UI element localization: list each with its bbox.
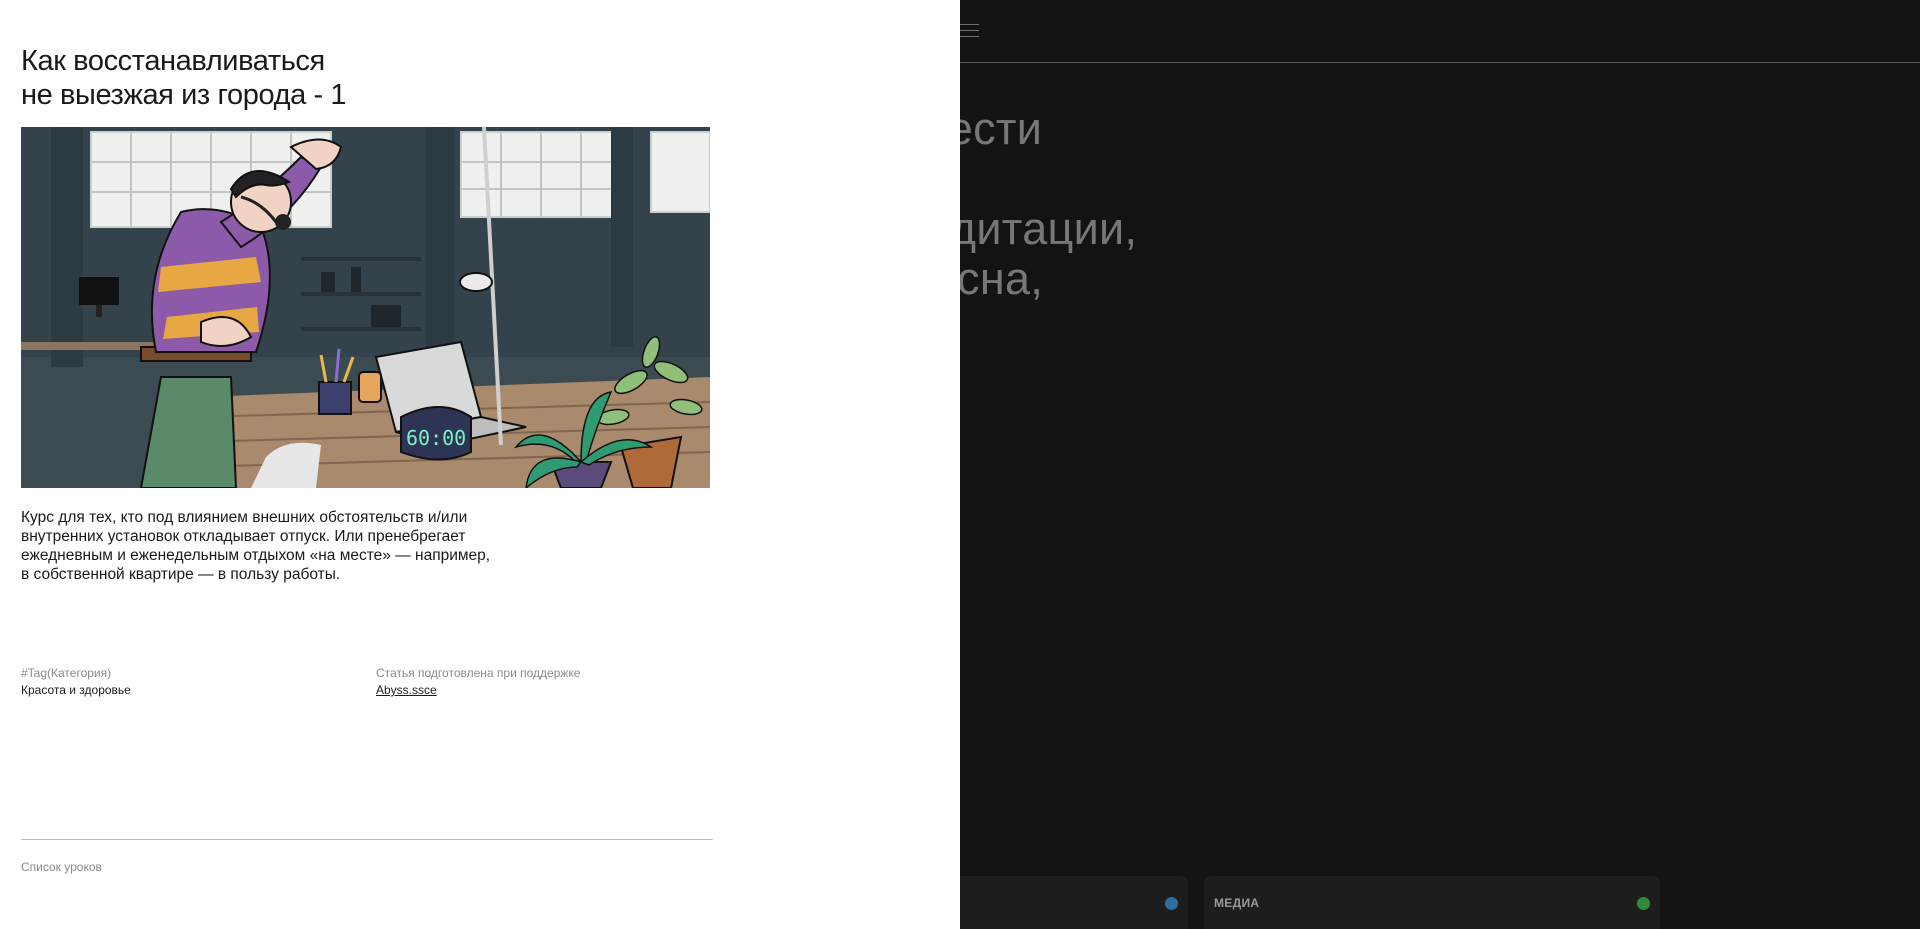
support-link[interactable]: Abyss.ssce [376, 683, 437, 697]
tag-value[interactable]: Красота и здоровье [21, 683, 131, 697]
clock-display: 60:00 [406, 426, 466, 450]
status-dot [1637, 897, 1650, 910]
background-card-media[interactable]: МЕДИА [1204, 876, 1660, 929]
divider [21, 839, 713, 840]
status-dot [1165, 897, 1178, 910]
lessons-list-label: Список уроков [21, 860, 102, 874]
support-label: Статья подготовлена при поддержке [376, 666, 581, 680]
course-title: Как восстанавливаться не выезжая из горо… [21, 45, 347, 111]
tag-label: #Tag(Категория) [21, 666, 112, 680]
course-description: Курс для тех, кто под влиянием внешних о… [21, 509, 491, 583]
course-hero-image: 60:00 [21, 127, 710, 488]
course-side-panel: Как восстанавливаться не выезжая из горо… [0, 0, 960, 929]
card-label: МЕДИА [1214, 896, 1260, 910]
hamburger-menu-icon[interactable] [959, 24, 979, 38]
